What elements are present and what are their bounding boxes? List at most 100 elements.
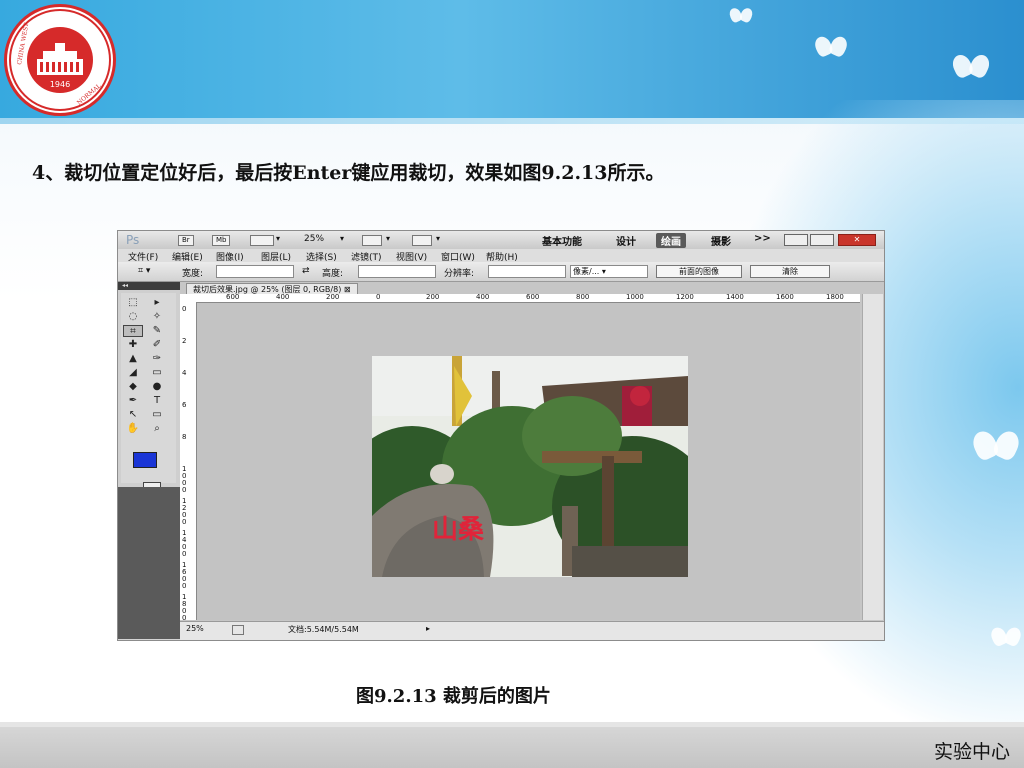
workspace-photography[interactable]: 摄影 <box>711 233 731 248</box>
tool-list: ⬚ ▸ ◌ ✧ ⌗ ✎ ✚ ✐ ▲ ✑ ◢ ▭ ◆ ● ✒ T ↖ ▭ ✋ ⌕ <box>121 293 176 492</box>
workspace-more[interactable]: >> <box>754 233 771 244</box>
ruler-tick-label: 1000 <box>626 294 644 301</box>
zoom-tool-icon[interactable]: ⌕ <box>147 423 167 435</box>
menu-bar: 文件(F) 编辑(E) 图像(I) 图层(L) 选择(S) 滤镜(T) 视图(V… <box>118 249 884 263</box>
eyedropper-icon[interactable]: ✎ <box>147 325 167 337</box>
path-select-icon[interactable]: ↖ <box>123 409 143 421</box>
butterfly-icon <box>988 625 1024 650</box>
arrange-documents-button[interactable] <box>362 235 382 246</box>
ruler-tick-label: 1600 <box>776 294 794 301</box>
ruler-tick-label: 1600 <box>182 561 187 590</box>
eraser-tool-icon[interactable]: ◢ <box>123 367 143 379</box>
healing-brush-icon[interactable]: ✚ <box>123 339 143 351</box>
ruler-tick-label: 200 <box>426 294 440 301</box>
document-area: 裁切后效果.jpg @ 25% (图层 0, RGB/8) ⊠ 600 400 20… <box>180 282 884 640</box>
gradient-tool-icon[interactable]: ▭ <box>147 367 167 379</box>
ruler-tick-label: 1200 <box>676 294 694 301</box>
shape-tool-icon[interactable]: ▭ <box>147 409 167 421</box>
maximize-button[interactable] <box>810 234 834 246</box>
status-bar: 25% 文档:5.54M/5.54M ▸ <box>180 621 884 640</box>
ruler-tick-label: 1000 <box>182 465 187 494</box>
type-tool-icon[interactable]: T <box>147 395 167 407</box>
ruler-tick-label: 6 <box>182 401 187 409</box>
ruler-tick-label: 2 <box>182 337 187 345</box>
foreground-color[interactable] <box>133 452 157 468</box>
instruction-text: 4、裁切位置定位好后，最后按Enter键应用裁切，效果如图9.2.13所示。 <box>32 162 665 184</box>
tools-panel-empty <box>118 487 180 639</box>
butterfly-icon <box>969 427 1023 467</box>
status-doc-size: 文档:5.54M/5.54M <box>288 625 359 634</box>
figure-caption: 图9.2.13 裁剪后的图片 <box>356 686 551 707</box>
chevron-down-icon[interactable]: ▾ <box>436 234 440 243</box>
chevron-down-icon[interactable]: ▾ <box>276 234 280 243</box>
resolution-field[interactable] <box>488 265 566 278</box>
blur-tool-icon[interactable]: ◆ <box>123 381 143 393</box>
ruler-tick-label: 400 <box>476 294 490 301</box>
zoom-level[interactable]: 25% <box>304 234 324 244</box>
ruler-tick-label: 1800 <box>182 593 187 621</box>
university-logo: 1946 CHINA WEST NORMAL <box>4 4 116 116</box>
height-field[interactable] <box>358 265 436 278</box>
chevron-down-icon[interactable]: ▾ <box>340 234 344 243</box>
ruler-tick-label: 0 <box>376 294 381 301</box>
front-image-button[interactable]: 前面的图像 <box>656 265 742 278</box>
butterfly-icon <box>812 34 850 61</box>
move-tool-icon[interactable]: ▸ <box>147 297 167 309</box>
workspace-design[interactable]: 设计 <box>616 233 636 248</box>
clear-button[interactable]: 清除 <box>750 265 830 278</box>
crop-icon[interactable]: ⌗ ▾ <box>138 266 150 276</box>
brush-tool-icon[interactable]: ✐ <box>147 339 167 351</box>
butterfly-icon <box>949 51 993 84</box>
dodge-tool-icon[interactable]: ● <box>147 381 167 393</box>
stamp-tool-icon[interactable]: ▲ <box>123 353 143 365</box>
mini-bridge-button[interactable]: Mb <box>212 235 231 246</box>
vertical-scrollbar[interactable] <box>862 294 883 620</box>
ruler-tick-label: 8 <box>182 433 187 441</box>
vertical-ruler: 0 2 4 6 8 1000 1200 1400 1600 1800 <box>180 302 197 620</box>
resolution-unit-select[interactable]: 像素/... ▾ <box>570 265 648 278</box>
butterfly-icon <box>727 6 755 26</box>
marquee-tool-icon[interactable]: ⬚ <box>123 297 143 309</box>
bridge-button[interactable]: Br <box>178 235 194 246</box>
ruler-tick-label: 1400 <box>726 294 744 301</box>
options-bar: ⌗ ▾ 宽度: ⇄ 高度: 分辨率: 像素/... ▾ 前面的图像 清除 <box>118 262 884 282</box>
minimize-button[interactable] <box>784 234 808 246</box>
document-tab-label: 裁切后效果.jpg @ 25% (图层 0, RGB/8) <box>193 285 342 294</box>
view-extras-button[interactable] <box>250 235 274 246</box>
photoshop-window: Ps Br Mb ▾ 25% ▾ ▾ ▾ 基本功能 设计 绘画 摄影 >> ✕ … <box>117 230 885 641</box>
unit-value: 像素/... <box>573 267 600 276</box>
svg-text:1946: 1946 <box>50 80 70 89</box>
history-brush-icon[interactable]: ✑ <box>147 353 167 365</box>
screen-mode-button[interactable] <box>412 235 432 246</box>
status-menu-arrow[interactable]: ▸ <box>426 624 430 633</box>
ruler-tick-label: 800 <box>576 294 590 301</box>
ruler-tick-label: 400 <box>276 294 290 301</box>
status-zoom[interactable]: 25% <box>186 624 204 633</box>
tools-panel: ◂◂ ⬚ ▸ ◌ ✧ ⌗ ✎ ✚ ✐ ▲ ✑ ◢ ▭ ◆ ● ✒ T ↖ ▭ ✋… <box>118 282 180 639</box>
ruler-tick-label: 200 <box>326 294 340 301</box>
hand-tool-icon[interactable]: ✋ <box>123 423 143 435</box>
workspace-essentials[interactable]: 基本功能 <box>542 233 582 248</box>
crop-tool-icon[interactable]: ⌗ <box>123 325 143 337</box>
ruler-tick-label: 4 <box>182 369 187 377</box>
photoshop-logo: Ps <box>126 233 140 247</box>
app-bar: Ps Br Mb ▾ 25% ▾ ▾ ▾ 基本功能 设计 绘画 摄影 >> ✕ <box>118 231 884 249</box>
swap-icon[interactable]: ⇄ <box>302 266 310 276</box>
footer-label: 实验中心 <box>933 741 1010 763</box>
footer-bar <box>0 727 1024 768</box>
ruler-corner <box>180 294 197 302</box>
width-field[interactable] <box>216 265 294 278</box>
ruler-tick-label: 1200 <box>182 497 187 526</box>
rock-inscription: 山桑 <box>432 515 485 545</box>
horizontal-ruler: 600 400 200 0 200 400 600 800 1000 1200 1400 1600 18… <box>196 294 860 303</box>
chevron-down-icon[interactable]: ▾ <box>386 234 390 243</box>
magic-wand-icon[interactable]: ✧ <box>147 311 167 323</box>
tools-panel-header[interactable]: ◂◂ <box>118 282 180 290</box>
pen-tool-icon[interactable]: ✒ <box>123 395 143 407</box>
lasso-tool-icon[interactable]: ◌ <box>123 311 143 323</box>
close-button[interactable]: ✕ <box>838 234 876 246</box>
height-label: 高度: <box>322 269 344 279</box>
workspace-painting[interactable]: 绘画 <box>656 233 686 248</box>
ruler-tick-label: 600 <box>526 294 540 301</box>
status-icon <box>232 625 244 635</box>
